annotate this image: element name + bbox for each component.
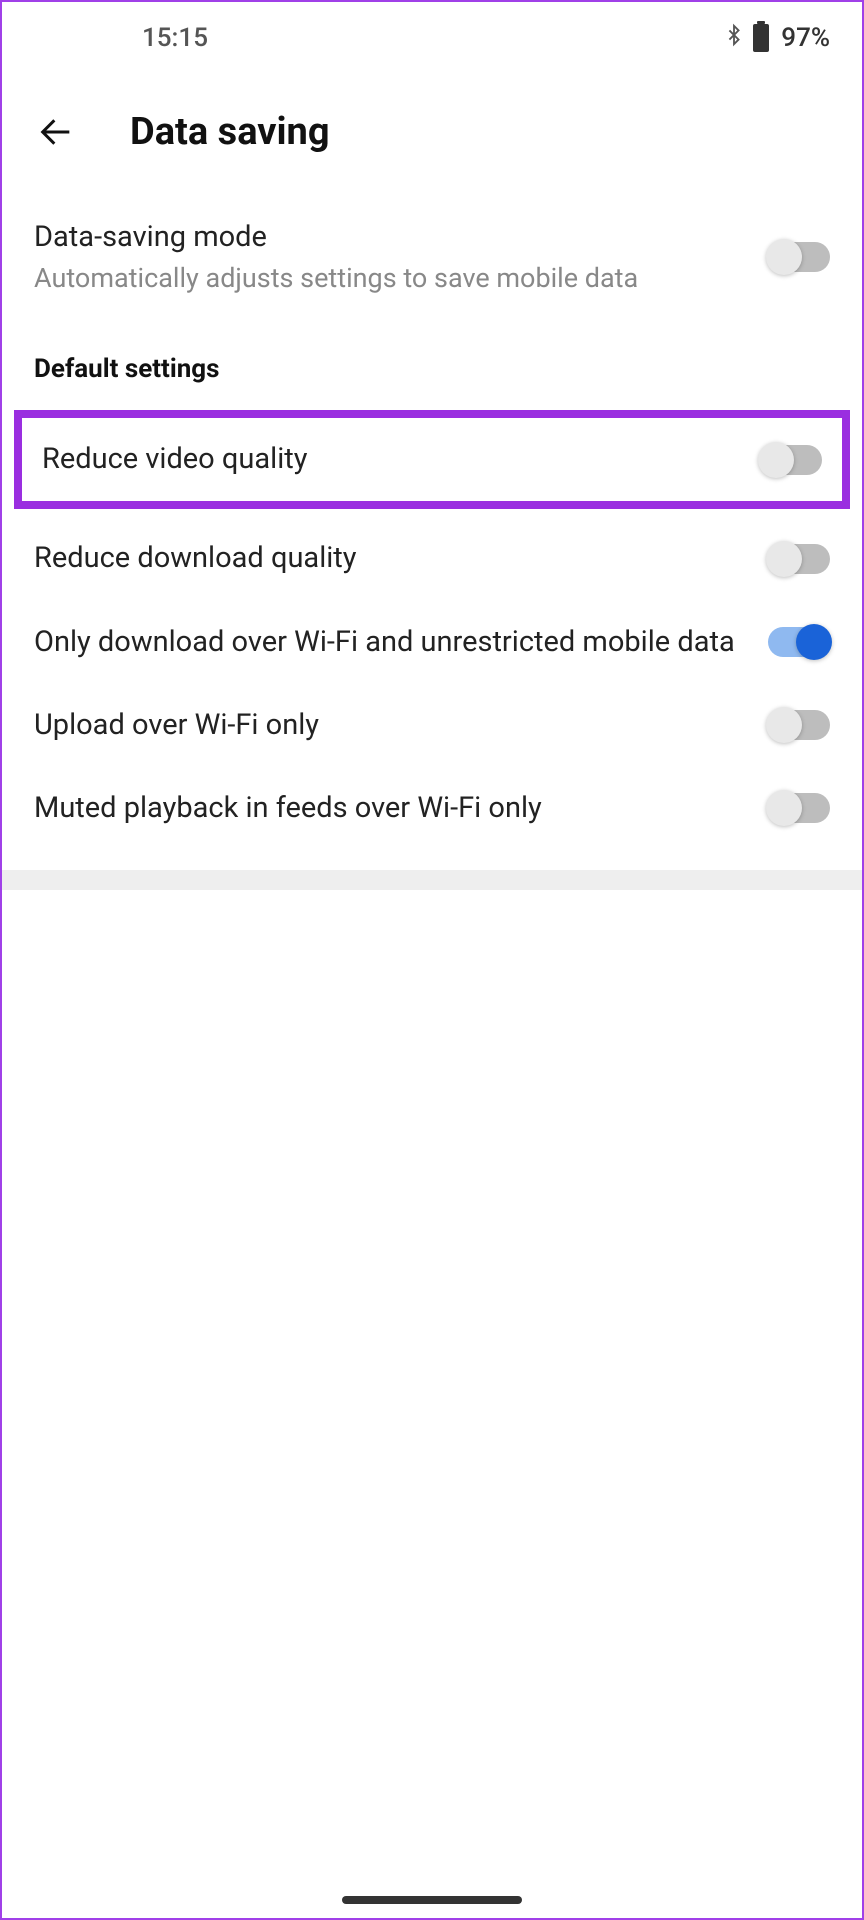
status-bar: 15:15 97% — [2, 2, 862, 74]
toggle-thumb — [758, 442, 794, 478]
toggle-thumb — [766, 541, 802, 577]
status-icons: 97% — [723, 22, 830, 55]
battery-percent: 97% — [781, 23, 830, 53]
setting-text: Reduce download quality — [34, 539, 744, 578]
setting-text: Data-saving mode Automatically adjusts s… — [34, 218, 744, 296]
toggle-thumb — [796, 624, 832, 660]
toggle-wifi-download-only[interactable] — [768, 627, 830, 657]
setting-wifi-download-only[interactable]: Only download over Wi-Fi and unrestricte… — [2, 601, 862, 684]
toggle-data-saving-mode[interactable] — [768, 242, 830, 272]
toggle-thumb — [766, 707, 802, 743]
setting-subtitle: Automatically adjusts settings to save m… — [34, 261, 744, 296]
setting-title: Only download over Wi-Fi and unrestricte… — [34, 623, 744, 662]
setting-title: Upload over Wi-Fi only — [34, 706, 744, 745]
section-header-default: Default settings — [2, 318, 862, 402]
arrow-left-icon — [36, 112, 76, 152]
page-title: Data saving — [130, 110, 330, 154]
setting-text: Reduce video quality — [42, 440, 736, 479]
app-header: Data saving — [2, 74, 862, 196]
setting-reduce-video-quality[interactable]: Reduce video quality — [14, 410, 850, 509]
toggle-thumb — [766, 239, 802, 275]
status-time: 15:15 — [142, 23, 208, 53]
divider — [2, 870, 862, 890]
setting-text: Upload over Wi-Fi only — [34, 706, 744, 745]
toggle-reduce-video-quality[interactable] — [760, 445, 822, 475]
setting-title: Reduce download quality — [34, 539, 744, 578]
setting-upload-wifi-only[interactable]: Upload over Wi-Fi only — [2, 684, 862, 767]
home-indicator[interactable] — [342, 1896, 522, 1904]
setting-reduce-download-quality[interactable]: Reduce download quality — [2, 517, 862, 600]
back-button[interactable] — [34, 110, 78, 154]
toggle-muted-playback-wifi[interactable] — [768, 793, 830, 823]
bluetooth-icon — [723, 22, 745, 55]
setting-muted-playback-wifi[interactable]: Muted playback in feeds over Wi-Fi only — [2, 767, 862, 850]
battery-icon — [753, 24, 769, 52]
setting-text: Only download over Wi-Fi and unrestricte… — [34, 623, 744, 662]
setting-data-saving-mode[interactable]: Data-saving mode Automatically adjusts s… — [2, 196, 862, 318]
setting-text: Muted playback in feeds over Wi-Fi only — [34, 789, 744, 828]
setting-title: Data-saving mode — [34, 218, 744, 257]
toggle-thumb — [766, 790, 802, 826]
setting-title: Muted playback in feeds over Wi-Fi only — [34, 789, 744, 828]
setting-title: Reduce video quality — [42, 440, 736, 479]
toggle-upload-wifi-only[interactable] — [768, 710, 830, 740]
toggle-reduce-download-quality[interactable] — [768, 544, 830, 574]
